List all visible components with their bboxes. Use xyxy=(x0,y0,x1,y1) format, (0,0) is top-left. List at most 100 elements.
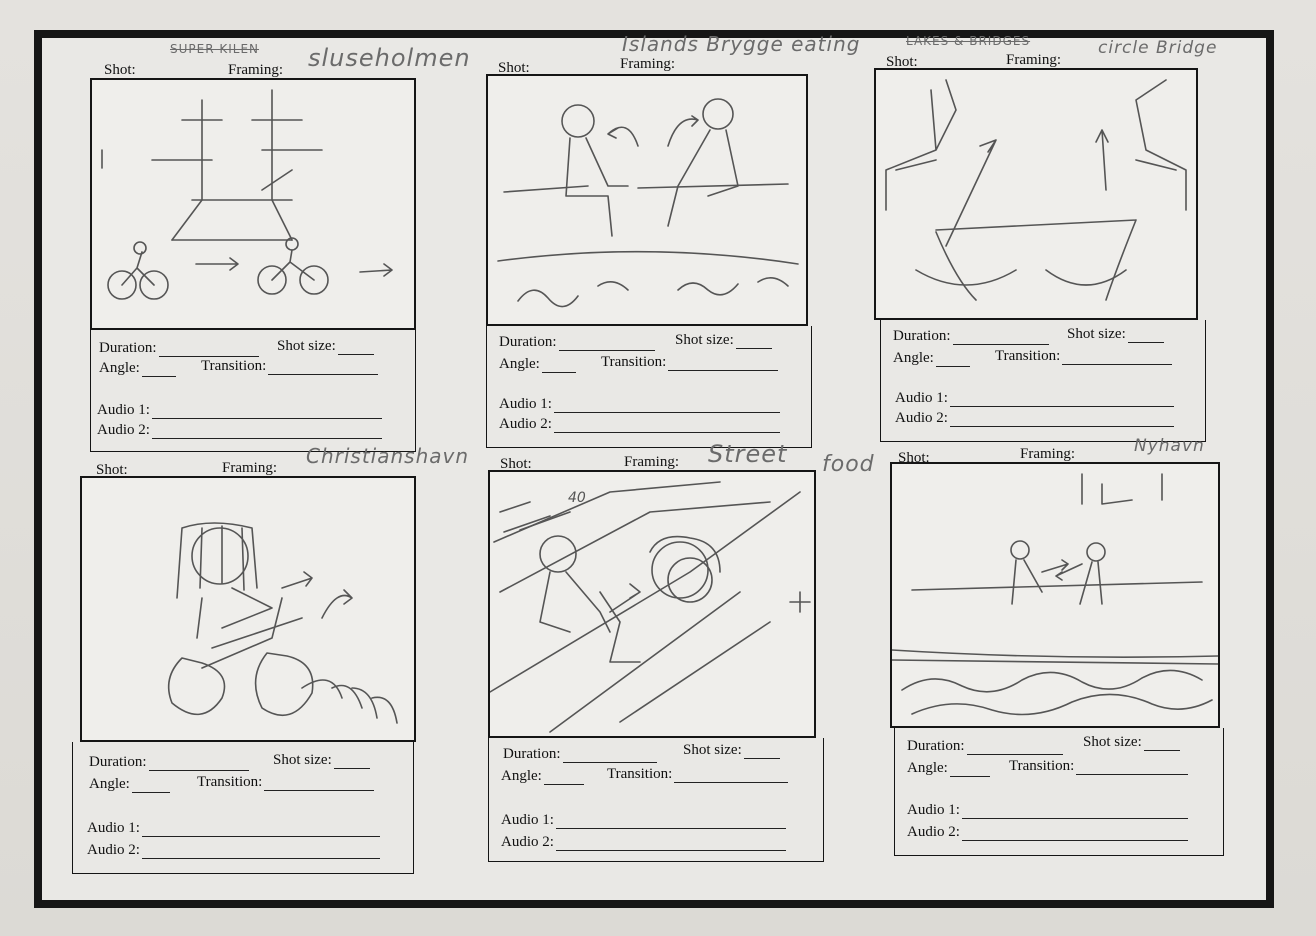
angle-label: Angle: xyxy=(89,776,130,792)
shot-details-3: Duration: Shot size: Angle: Transition: … xyxy=(880,320,1206,442)
transition-blank[interactable] xyxy=(264,778,375,791)
framing-label: Framing: xyxy=(624,454,679,470)
transition-label: Transition: xyxy=(607,766,673,782)
transition-label: Transition: xyxy=(201,358,267,374)
shot-size-blank[interactable] xyxy=(743,746,780,759)
duration-blank[interactable] xyxy=(158,344,259,357)
struck-location-note: Super Kilen xyxy=(170,42,260,56)
shot-size-blank[interactable] xyxy=(1127,330,1164,343)
audio-1-label: Audio 1: xyxy=(499,396,552,412)
duration-blank[interactable] xyxy=(558,338,655,351)
duration-label: Duration: xyxy=(893,328,951,344)
shot-details-1: Duration: Shot size: Angle: Transition: … xyxy=(90,330,416,452)
paper-background: Shot: Framing: Super Kilen sluseholmen D… xyxy=(0,0,1316,936)
angle-label: Angle: xyxy=(893,350,934,366)
sketch-frame-2 xyxy=(486,74,808,326)
duration-blank[interactable] xyxy=(966,742,1063,755)
sketch-frame-1 xyxy=(90,78,416,330)
sketch-frame-6 xyxy=(890,462,1220,728)
shot-size-label: Shot size: xyxy=(273,752,332,768)
audio-2-blank[interactable] xyxy=(961,828,1188,841)
audio-2-label: Audio 2: xyxy=(87,842,140,858)
angle-label: Angle: xyxy=(99,360,140,376)
duration-blank[interactable] xyxy=(148,758,249,771)
shot-size-blank[interactable] xyxy=(337,342,374,355)
audio-2-blank[interactable] xyxy=(555,838,786,851)
audio-2-blank[interactable] xyxy=(141,846,380,859)
framing-label: Framing: xyxy=(222,460,277,476)
location-note: Christianshavn xyxy=(306,444,470,468)
audio-2-blank[interactable] xyxy=(151,426,382,439)
audio-1-label: Audio 1: xyxy=(907,802,960,818)
audio-1-label: Audio 1: xyxy=(501,812,554,828)
duration-label: Duration: xyxy=(907,738,965,754)
shot-details-4: Duration: Shot size: Angle: Transition: … xyxy=(72,742,414,874)
nyhavn-canal-sketch xyxy=(892,473,1218,716)
audio-1-blank[interactable] xyxy=(151,406,382,419)
audio-1-blank[interactable] xyxy=(553,400,780,413)
shot-size-blank[interactable] xyxy=(1143,738,1180,751)
transition-blank[interactable] xyxy=(674,770,789,783)
audio-1-blank[interactable] xyxy=(555,816,786,829)
duration-label: Duration: xyxy=(499,334,557,350)
duration-blank[interactable] xyxy=(952,332,1049,345)
shot-size-blank[interactable] xyxy=(333,756,370,769)
sketch-frame-5: 40 xyxy=(488,470,816,738)
location-note: Nyhavn xyxy=(1134,436,1205,456)
location-note: Street xyxy=(708,440,788,468)
framing-label: Framing: xyxy=(1020,446,1075,462)
audio-1-blank[interactable] xyxy=(961,806,1188,819)
duration-label: Duration: xyxy=(99,340,157,356)
angle-blank[interactable] xyxy=(131,780,170,793)
shot-size-label: Shot size: xyxy=(1083,734,1142,750)
audio-1-blank[interactable] xyxy=(141,824,380,837)
transition-blank[interactable] xyxy=(1062,352,1173,365)
speed-sign-text: 40 xyxy=(568,490,586,506)
angle-label: Angle: xyxy=(499,356,540,372)
transition-blank[interactable] xyxy=(668,358,779,371)
location-note-extra: food xyxy=(822,452,875,477)
angle-blank[interactable] xyxy=(935,354,970,367)
angle-label: Angle: xyxy=(907,760,948,776)
framing-label: Framing: xyxy=(228,62,283,78)
audio-1-label: Audio 1: xyxy=(895,390,948,406)
shot-details-6: Duration: Shot size: Angle: Transition: … xyxy=(894,728,1224,856)
audio-2-blank[interactable] xyxy=(553,420,780,433)
framing-label: Framing: xyxy=(620,56,675,72)
audio-2-label: Audio 2: xyxy=(895,410,948,426)
audio-2-label: Audio 2: xyxy=(907,824,960,840)
transition-blank[interactable] xyxy=(1076,762,1189,775)
angle-blank[interactable] xyxy=(949,764,990,777)
shot-size-label: Shot size: xyxy=(675,332,734,348)
transition-blank[interactable] xyxy=(268,362,379,375)
duration-blank[interactable] xyxy=(562,750,657,763)
transition-label: Transition: xyxy=(197,774,263,790)
shot-details-2: Duration: Shot size: Angle: Transition: … xyxy=(486,326,812,448)
sketch-frame-3 xyxy=(874,68,1198,320)
angle-blank[interactable] xyxy=(541,360,576,373)
shot-size-blank[interactable] xyxy=(735,336,772,349)
transition-label: Transition: xyxy=(601,354,667,370)
audio-2-blank[interactable] xyxy=(949,414,1174,427)
angle-label: Angle: xyxy=(501,768,542,784)
audio-2-label: Audio 2: xyxy=(499,416,552,432)
transition-label: Transition: xyxy=(995,348,1061,364)
street-food-sketch xyxy=(490,481,811,733)
audio-1-label: Audio 1: xyxy=(97,402,150,418)
shot-label: Shot: xyxy=(104,62,136,78)
location-note: circle Bridge xyxy=(1098,38,1218,58)
duration-label: Duration: xyxy=(503,746,561,762)
audio-1-label: Audio 1: xyxy=(87,820,140,836)
bike-path-sketch xyxy=(101,89,393,300)
bridges-sketch xyxy=(885,79,1187,301)
angle-blank[interactable] xyxy=(543,772,584,785)
audio-1-blank[interactable] xyxy=(949,394,1174,407)
location-note: Islands Brygge eating xyxy=(622,32,861,56)
framing-label: Framing: xyxy=(1006,52,1061,68)
struck-location-note: Lakes & Bridges xyxy=(906,34,1031,48)
audio-2-label: Audio 2: xyxy=(501,834,554,850)
angle-blank[interactable] xyxy=(141,364,176,377)
location-note: sluseholmen xyxy=(308,44,471,72)
shot-size-label: Shot size: xyxy=(1067,326,1126,342)
shot-size-label: Shot size: xyxy=(277,338,336,354)
